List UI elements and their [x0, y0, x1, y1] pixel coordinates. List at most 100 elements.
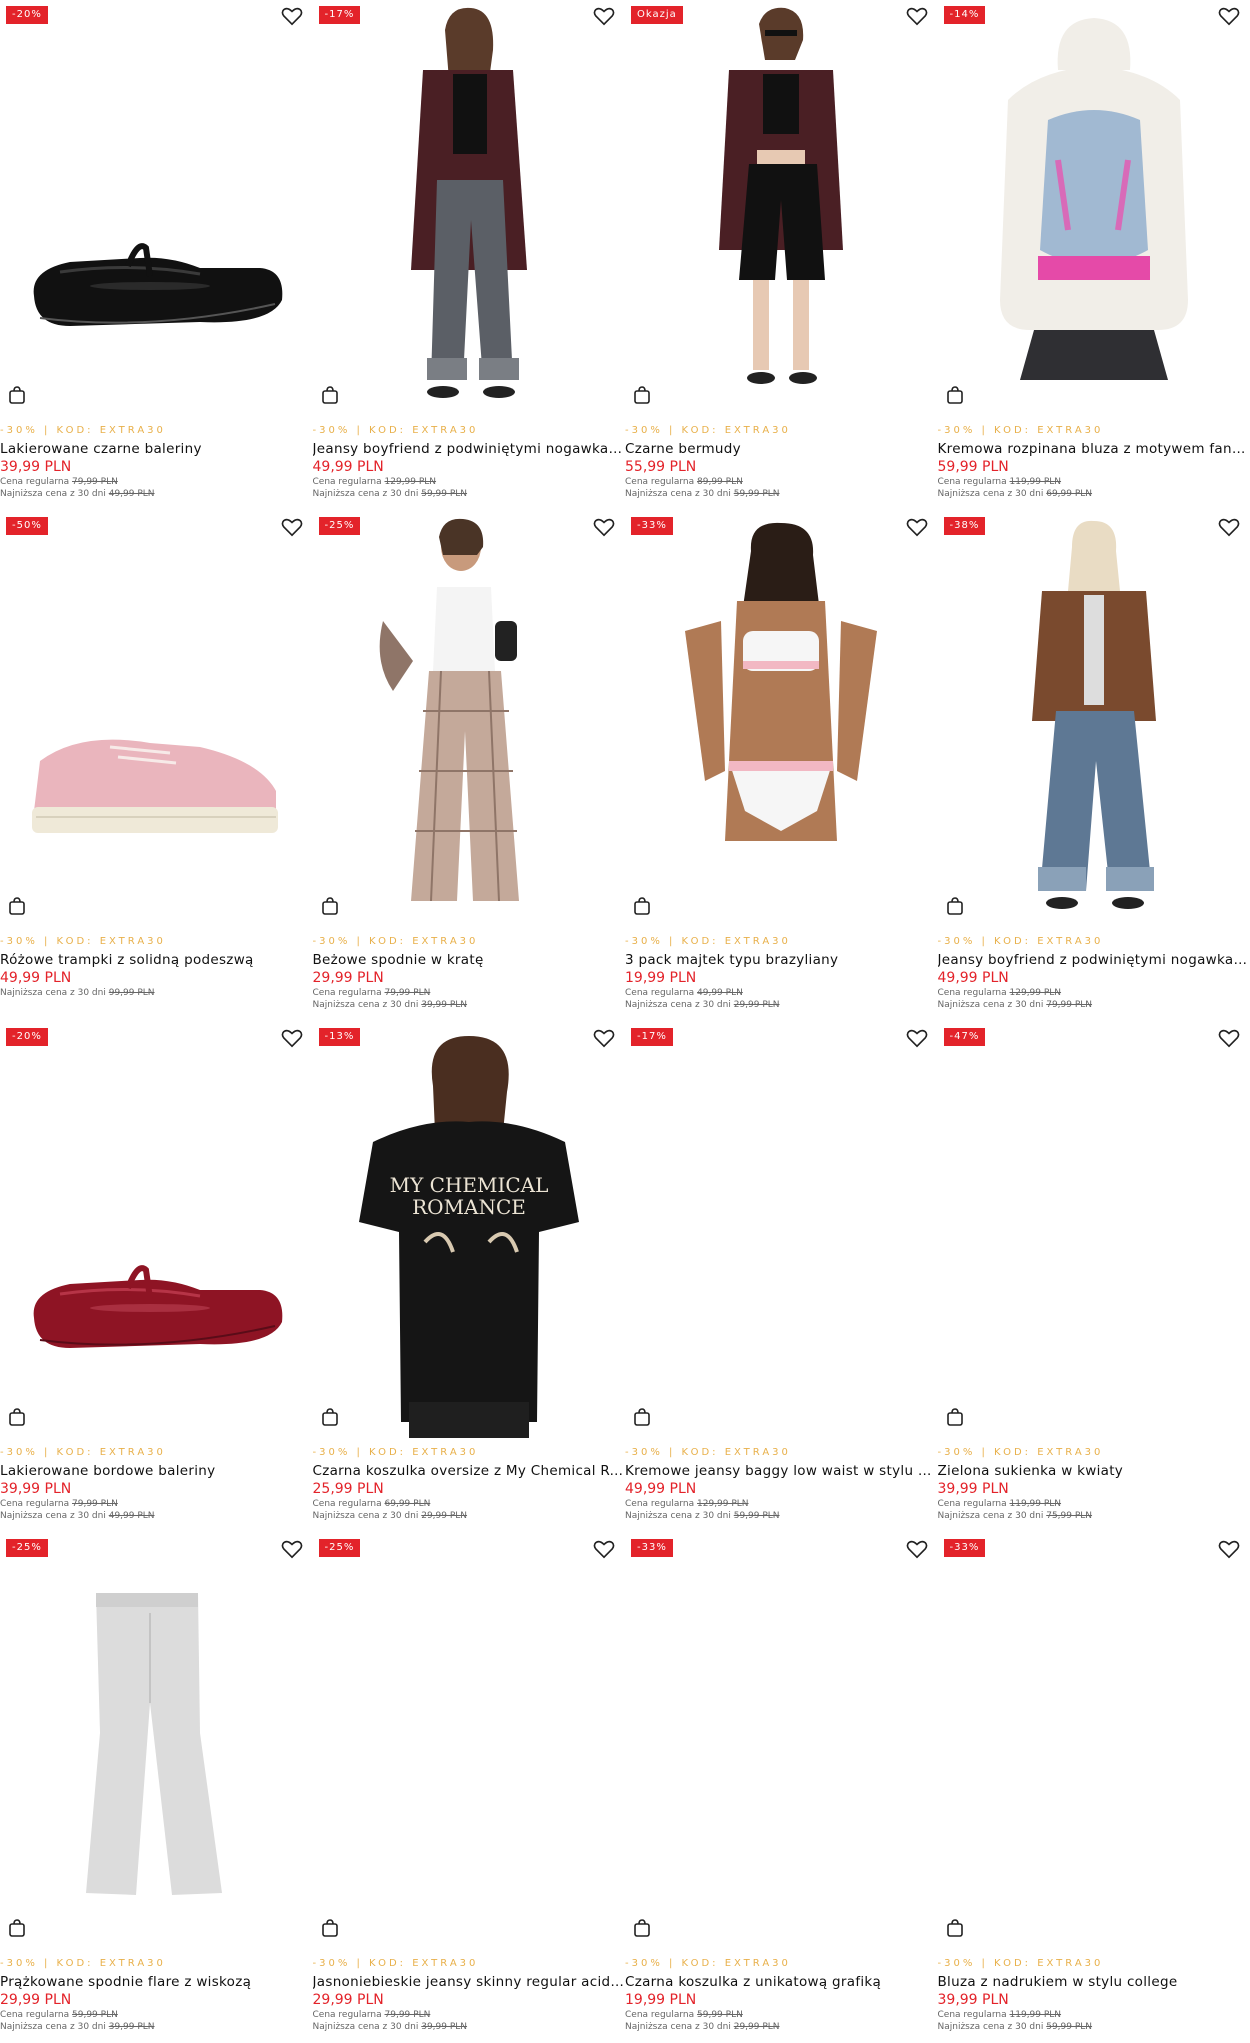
- shopping-bag-icon[interactable]: [633, 1919, 651, 1937]
- product-name[interactable]: Lakierowane bordowe baleriny: [0, 1463, 312, 1480]
- product-image[interactable]: [937, 0, 1250, 416]
- product-card[interactable]: -20% -30% | KOD: EXTRA30 Lakierowane cza…: [0, 0, 313, 511]
- heart-icon[interactable]: [906, 517, 928, 537]
- product-card[interactable]: -38% -30% | KOD: EXTRA30 Jeansy boyfrien…: [937, 511, 1250, 1022]
- heart-icon[interactable]: [593, 6, 615, 26]
- heart-icon[interactable]: [906, 1028, 928, 1048]
- heart-icon[interactable]: [281, 517, 303, 537]
- shopping-bag-icon[interactable]: [633, 1408, 651, 1426]
- lowest-price-line: Najniższa cena z 30 dni 59,99 PLN: [937, 2022, 1093, 2032]
- shopping-bag-icon[interactable]: [946, 897, 964, 915]
- product-image[interactable]: [0, 1533, 313, 1949]
- grey-flare-trousers: [86, 1593, 222, 1895]
- shopping-bag-icon[interactable]: [321, 386, 339, 404]
- product-image[interactable]: [312, 511, 625, 927]
- lowest-price-line: Najniższa cena z 30 dni 29,99 PLN: [312, 1511, 468, 1521]
- product-card[interactable]: MY CHEMICAL ROMANCE -13% -30% | KOD: EXT…: [312, 1022, 625, 1533]
- discount-badge: -17%: [318, 6, 361, 24]
- black-ballerina-shoe: [33, 243, 283, 326]
- product-card[interactable]: -33% -30% | KOD: EXTRA30 3 pack majtek t…: [625, 511, 938, 1022]
- product-image[interactable]: [0, 0, 313, 416]
- product-image[interactable]: [0, 1022, 313, 1438]
- product-image[interactable]: [625, 511, 938, 927]
- heart-icon[interactable]: [906, 6, 928, 26]
- lowest-price-line: Najniższa cena z 30 dni 79,99 PLN: [937, 1000, 1093, 1010]
- product-card[interactable]: -50% -30% | KOD: EXTRA30 Różowe trampki …: [0, 511, 313, 1022]
- shopping-bag-icon[interactable]: [321, 1408, 339, 1426]
- product-card[interactable]: -17% -30% | KOD: EXTRA30 Kremowe jeansy …: [625, 1022, 938, 1533]
- product-name[interactable]: Kremowa rozpinana bluza z motywem fantas…: [938, 441, 1250, 458]
- product-image[interactable]: MY CHEMICAL ROMANCE: [312, 1022, 625, 1438]
- product-info: -30% | KOD: EXTRA30 Jasnoniebieskie jean…: [313, 1957, 625, 2033]
- heart-icon[interactable]: [1218, 6, 1240, 26]
- product-card[interactable]: -47% -30% | KOD: EXTRA30 Zielona sukienk…: [937, 1022, 1250, 1533]
- product-name[interactable]: Jasnoniebieskie jeansy skinny regular ac…: [313, 1974, 625, 1991]
- heart-icon[interactable]: [1218, 517, 1240, 537]
- product-card[interactable]: -25% -30% | KOD: EXTRA30 Prążkowane spod…: [0, 1533, 313, 2043]
- product-card[interactable]: -20% -30% | KOD: EXTRA30 Lakierowane bor…: [0, 1022, 313, 1533]
- product-image[interactable]: [312, 0, 625, 416]
- heart-icon[interactable]: [906, 1539, 928, 1559]
- product-name[interactable]: Lakierowane czarne baleriny: [0, 441, 312, 458]
- product-card[interactable]: -33% -30% | KOD: EXTRA30 Czarna koszulka…: [625, 1533, 938, 2043]
- product-name[interactable]: Prążkowane spodnie flare z wiskozą: [0, 1974, 312, 1991]
- heart-icon[interactable]: [1218, 1028, 1240, 1048]
- product-image[interactable]: [937, 511, 1250, 927]
- shopping-bag-icon[interactable]: [946, 1919, 964, 1937]
- lowest-price-line: Najniższa cena z 30 dni 99,99 PLN: [0, 988, 155, 998]
- product-image[interactable]: [0, 511, 313, 927]
- product-name[interactable]: Czarna koszulka z unikatową grafiką: [625, 1974, 937, 1991]
- product-price: 25,99 PLN: [312, 1481, 384, 1497]
- product-name[interactable]: Beżowe spodnie w kratę: [313, 952, 625, 969]
- discount-badge: -20%: [6, 6, 48, 24]
- promo-code: -30% | KOD: EXTRA30: [312, 1447, 479, 1458]
- shopping-bag-icon[interactable]: [321, 1919, 339, 1937]
- product-name[interactable]: Jeansy boyfriend z podwiniętymi nogawkam…: [313, 441, 625, 458]
- regular-price-line: Cena regularna 69,99 PLN: [312, 1499, 431, 1509]
- heart-icon[interactable]: [281, 1539, 303, 1559]
- product-image[interactable]: [312, 1533, 625, 1949]
- product-card[interactable]: Okazja -30% | KOD: EXTRA30 Czarne bermud…: [625, 0, 938, 511]
- product-name[interactable]: 3 pack majtek typu brazyliany: [625, 952, 937, 969]
- product-image[interactable]: [937, 1022, 1250, 1438]
- heart-icon[interactable]: [593, 1539, 615, 1559]
- product-name[interactable]: Różowe trampki z solidną podeszwą: [0, 952, 312, 969]
- shopping-bag-icon[interactable]: [321, 897, 339, 915]
- regular-price-line: Cena regularna 59,99 PLN: [625, 2010, 743, 2020]
- heart-icon[interactable]: [593, 517, 615, 537]
- heart-icon[interactable]: [281, 1028, 303, 1048]
- shopping-bag-icon[interactable]: [8, 897, 26, 915]
- product-card[interactable]: -33% -30% | KOD: EXTRA30 Bluza z nadruki…: [937, 1533, 1250, 2043]
- product-card[interactable]: -25% -30% | KOD: EXTRA30 Beżowe spodnie …: [312, 511, 625, 1022]
- lowest-price-line: Najniższa cena z 30 dni 59,99 PLN: [625, 489, 780, 499]
- product-image[interactable]: [937, 1533, 1250, 1949]
- shopping-bag-icon[interactable]: [633, 897, 651, 915]
- heart-icon[interactable]: [1218, 1539, 1240, 1559]
- product-card[interactable]: -14% -30% | KOD: EXTRA30 Kremowa rozpina…: [937, 0, 1250, 511]
- promo-code: -30% | KOD: EXTRA30: [312, 936, 479, 947]
- shopping-bag-icon[interactable]: [8, 1919, 26, 1937]
- product-info: -30% | KOD: EXTRA30 Różowe trampki z sol…: [0, 935, 312, 999]
- shopping-bag-icon[interactable]: [633, 386, 651, 404]
- product-card[interactable]: -25% -30% | KOD: EXTRA30 Jasnoniebieskie…: [312, 1533, 625, 2043]
- product-image[interactable]: [625, 0, 938, 416]
- product-name[interactable]: Czarna koszulka oversize z My Chemical R…: [313, 1463, 625, 1480]
- product-image[interactable]: [625, 1533, 938, 1949]
- product-name[interactable]: Czarne bermudy: [625, 441, 937, 458]
- product-image[interactable]: [625, 1022, 938, 1438]
- product-name[interactable]: Jeansy boyfriend z podwiniętymi nogawkam…: [938, 952, 1250, 969]
- heart-icon[interactable]: [593, 1028, 615, 1048]
- shopping-bag-icon[interactable]: [8, 1408, 26, 1426]
- product-name[interactable]: Bluza z nadrukiem w stylu college: [938, 1974, 1250, 1991]
- heart-icon[interactable]: [281, 6, 303, 26]
- shopping-bag-icon[interactable]: [946, 386, 964, 404]
- product-card[interactable]: -17% -30% | KOD: EXTRA30 Jeansy boyfrien…: [312, 0, 625, 511]
- regular-price-line: Cena regularna 129,99 PLN: [625, 1499, 749, 1509]
- product-info: -30% | KOD: EXTRA30 Lakierowane czarne b…: [0, 424, 312, 500]
- product-name[interactable]: Zielona sukienka w kwiaty: [938, 1463, 1250, 1480]
- product-name[interactable]: Kremowe jeansy baggy low waist w stylu v…: [625, 1463, 937, 1480]
- lowest-price-line: Najniższa cena z 30 dni 39,99 PLN: [312, 1000, 468, 1010]
- product-price: 49,99 PLN: [625, 1481, 697, 1497]
- shopping-bag-icon[interactable]: [8, 386, 26, 404]
- shopping-bag-icon[interactable]: [946, 1408, 964, 1426]
